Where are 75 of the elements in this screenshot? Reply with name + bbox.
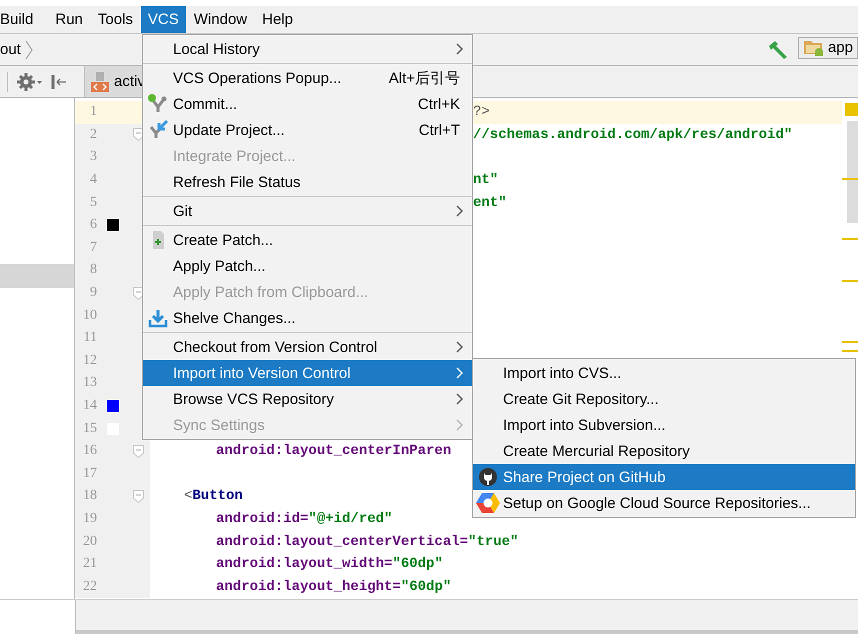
line-number: 14 [82,398,97,414]
branch-icon [148,94,168,114]
code-line: android:layout_centerVertical="true" [216,534,518,550]
fold-icon[interactable] [133,286,144,300]
hexagon-logo-icon [476,492,500,514]
fold-icon[interactable] [133,128,144,142]
line-number: 18 [82,488,97,504]
code-line: <Button [184,488,243,504]
line-number: 10 [82,308,97,324]
menu-item[interactable]: Update Project... Ctrl+T [143,117,472,143]
line-number: 9 [89,285,97,302]
menu-item[interactable]: Shelve Changes... [143,305,472,331]
code-line: android:layout_height="60dp" [216,578,452,595]
line-number: 2 [89,126,97,143]
keyboard-shortcut: Ctrl+T [418,122,460,138]
menu-item[interactable]: Local History [143,36,472,62]
menu-item[interactable]: Apply Patch... [143,253,472,279]
hammer-icon[interactable] [768,40,790,60]
menu-item[interactable]: Refresh File Status [143,169,472,195]
code-line: android:layout_width="60dp" [216,556,443,572]
line-number: 5 [89,194,97,211]
menu-bar-item[interactable]: Window [186,6,254,33]
fold-icon[interactable] [133,444,144,458]
code-line: android:layout_centerInParen [216,443,452,460]
document-plus-icon [150,230,166,250]
code-line: ent" [473,194,507,211]
line-number: 13 [82,375,97,392]
chevron-right-icon [24,40,33,60]
menu-item[interactable]: Import into CVS... [473,360,855,386]
code-line: nt" [473,172,498,188]
menu-item[interactable]: Browse VCS Repository [143,386,472,412]
line-number: 3 [89,149,97,166]
menu-bar-item[interactable]: Help [255,6,300,33]
run-config-dropdown[interactable]: app [798,36,858,58]
keyboard-shortcut: Ctrl+K [418,96,460,112]
line-number: 7 [89,240,97,256]
menu-item[interactable]: Create Mercurial Repository [473,438,855,464]
line-number: 1 [89,104,97,120]
line-number: 8 [89,262,97,278]
menu-bar-item[interactable]: Run [48,6,90,33]
menu-item[interactable]: Setup on Google Cloud Source Repositories... [473,490,855,516]
circle-logo-icon [479,468,497,486]
android-folder-icon [802,38,825,56]
breadcrumb-item[interactable]: out [0,41,21,58]
menu-bar-item[interactable]: Tools [90,6,140,33]
code-line: ?> [473,104,490,120]
menu-bar-item[interactable]: VCS [140,6,186,33]
line-number: 15 [82,420,97,437]
code-line: //schemas.android.com/apk/res/android" [473,126,792,143]
line-number: 22 [82,578,97,595]
line-number: 11 [82,330,97,346]
menu-item[interactable]: Git [143,198,472,224]
collapse-icon[interactable] [51,74,67,90]
line-number: 16 [82,443,97,460]
line-number: 4 [89,172,97,188]
line-number: 12 [82,352,97,369]
code-line: android:id="@+id/red" [216,510,392,527]
line-number: 20 [82,534,97,550]
line-number: 21 [82,556,97,572]
menu-item[interactable]: Create Patch... [143,227,472,253]
keyboard-shortcut: Alt+后引号 [388,68,460,88]
branch-arrow-icon [148,120,168,140]
line-number: 17 [82,466,97,482]
line-number: 6 [89,217,97,234]
line-number: 19 [82,510,97,527]
fold-icon[interactable] [133,490,144,503]
xml-file-icon [91,72,109,92]
gear-icon[interactable] [17,72,43,90]
menu-item[interactable]: Share Project on GitHub [473,464,855,490]
menu-item[interactable]: Checkout from Version Control [143,334,472,360]
download-tray-icon [148,308,168,328]
menu-item[interactable]: Create Git Repository... [473,386,855,412]
menu-item[interactable]: Import into Subversion... [473,412,855,438]
menu-item[interactable]: Import into Version Control [143,360,472,386]
menu-bar-item[interactable]: Build [0,6,40,33]
